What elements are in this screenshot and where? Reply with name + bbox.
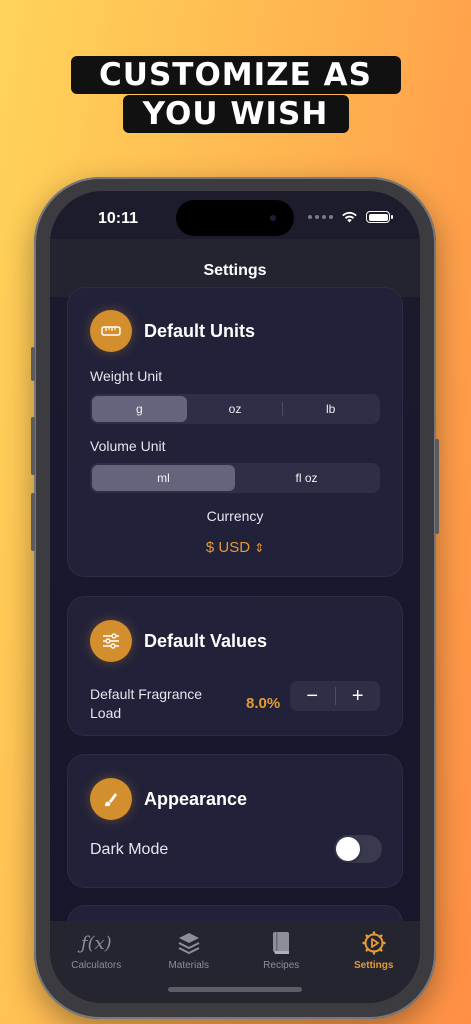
power-button	[435, 439, 439, 534]
fragrance-load-stepper[interactable]: − +	[290, 681, 380, 711]
appearance-card: Appearance Dark Mode	[67, 754, 403, 888]
decrement-button[interactable]: −	[290, 681, 335, 711]
weight-option-oz[interactable]: oz	[188, 396, 283, 422]
tab-calculators-label: Calculators	[71, 960, 122, 971]
increment-button[interactable]: +	[336, 681, 381, 711]
tab-calculators[interactable]: ƒ(x) Calculators	[50, 929, 143, 1003]
headline-line-2: YOU WISH	[122, 95, 349, 133]
headline-line-1: CUSTOMIZE AS	[70, 56, 401, 94]
paintbrush-icon	[90, 778, 132, 820]
battery-icon	[366, 211, 393, 223]
dark-mode-label: Dark Mode	[90, 841, 169, 858]
chevron-up-down-icon: ⇕	[254, 541, 265, 555]
signal-icon	[308, 215, 333, 219]
volume-option-ml[interactable]: ml	[92, 465, 235, 491]
currency-picker[interactable]: $ USD ⇕	[68, 539, 402, 556]
volume-unit-segmented[interactable]: ml fl oz	[90, 463, 380, 493]
weight-unit-label: Weight Unit	[90, 368, 163, 384]
weight-option-g[interactable]: g	[92, 396, 187, 422]
tab-settings-label: Settings	[354, 960, 394, 971]
default-values-title: Default Values	[144, 630, 268, 651]
volume-up-button	[31, 417, 35, 475]
currency-value: $ USD	[205, 539, 251, 556]
page-title: Settings	[203, 262, 267, 279]
default-values-card: Default Values Default Fragrance Load 8.…	[67, 596, 403, 736]
function-icon: ƒ(x)	[80, 932, 112, 954]
weight-unit-segmented[interactable]: g oz lb	[90, 394, 380, 424]
home-indicator	[168, 987, 302, 992]
book-icon	[271, 929, 291, 957]
silent-switch	[31, 347, 35, 381]
volume-down-button	[31, 493, 35, 551]
ruler-icon	[90, 310, 132, 352]
layers-icon	[177, 929, 201, 957]
volume-unit-label: Volume Unit	[90, 438, 166, 454]
tab-settings[interactable]: Settings	[328, 929, 421, 1003]
default-units-title: Default Units	[144, 320, 256, 341]
phone-frame: 10:11 Settings Default Units Weight Unit…	[31, 177, 439, 1019]
gear-icon	[362, 929, 386, 957]
status-time: 10:11	[98, 210, 139, 227]
app-screen: 10:11 Settings Default Units Weight Unit…	[50, 191, 420, 1003]
fragrance-load-label: Default Fragrance Load	[90, 686, 203, 721]
toggle-knob	[336, 837, 360, 861]
default-units-card: Default Units Weight Unit g oz lb Volume…	[67, 287, 403, 577]
volume-option-fl-oz[interactable]: fl oz	[235, 465, 378, 491]
weight-option-lb[interactable]: lb	[283, 396, 378, 422]
tab-materials-label: Materials	[168, 960, 210, 971]
dynamic-island	[176, 200, 294, 236]
wifi-icon	[342, 211, 357, 223]
status-icons	[308, 211, 393, 223]
currency-label: Currency	[206, 508, 264, 524]
headline: CUSTOMIZE AS YOU WISH	[0, 56, 471, 133]
sliders-icon	[90, 620, 132, 662]
fragrance-load-value: 8.0%	[246, 695, 281, 712]
tab-recipes-label: Recipes	[263, 960, 300, 971]
dark-mode-toggle[interactable]	[334, 835, 382, 863]
appearance-title: Appearance	[144, 788, 248, 809]
